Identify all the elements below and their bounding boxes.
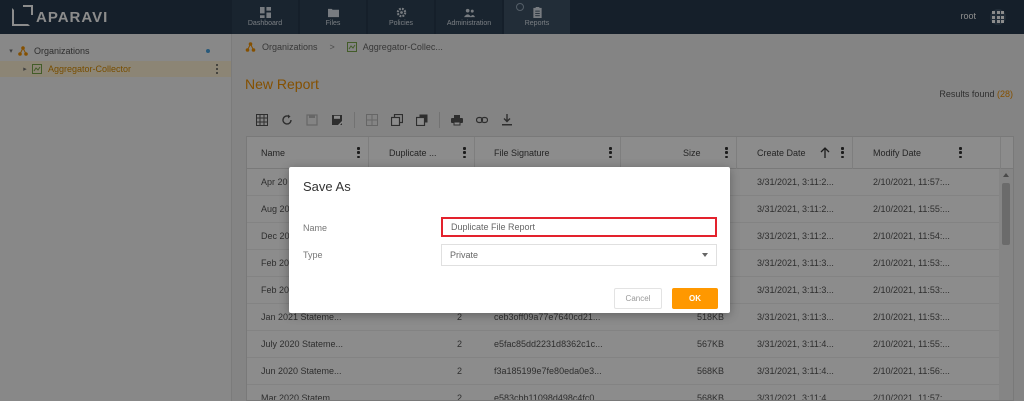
- type-select-value: Private: [450, 250, 479, 260]
- report-name-input[interactable]: [441, 217, 717, 237]
- dialog-title: Save As: [303, 179, 351, 194]
- type-select[interactable]: Private: [441, 244, 717, 266]
- cancel-button[interactable]: Cancel: [614, 288, 662, 309]
- ok-button[interactable]: OK: [672, 288, 718, 309]
- type-label: Type: [303, 250, 323, 260]
- chevron-down-icon: [702, 253, 708, 257]
- save-as-dialog: Save As Name Type Private Cancel OK: [289, 167, 730, 313]
- name-label: Name: [303, 223, 328, 233]
